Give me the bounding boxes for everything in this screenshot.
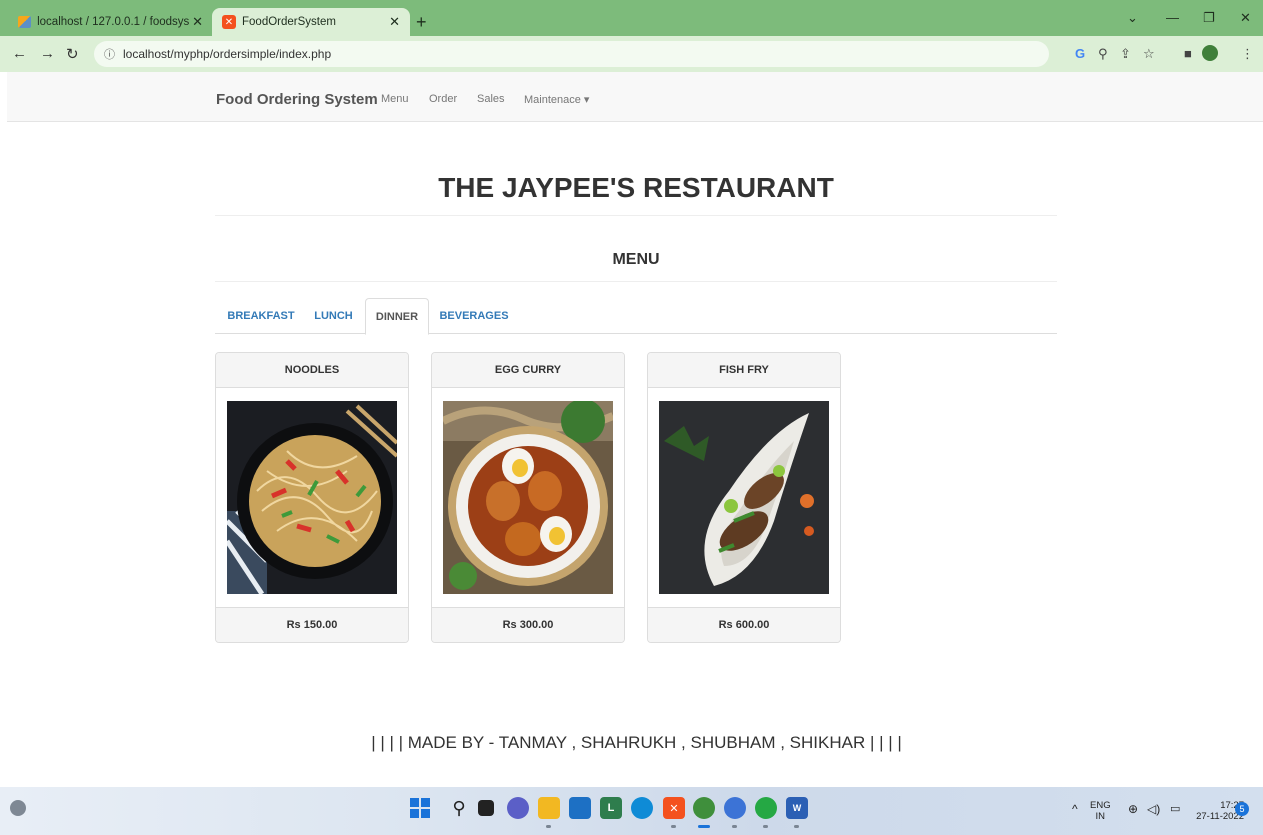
- tab-dinner[interactable]: DINNER: [365, 298, 429, 335]
- store-icon[interactable]: [569, 797, 591, 819]
- running-indicator: [794, 825, 799, 828]
- tab-beverages[interactable]: BEVERAGES: [433, 298, 515, 334]
- share-icon[interactable]: ⇪: [1120, 46, 1131, 62]
- window-close-icon[interactable]: ✕: [1240, 10, 1251, 26]
- language-indicator[interactable]: ENG IN: [1090, 800, 1111, 822]
- menu-item-card[interactable]: EGG CURRY Rs 300.00: [431, 352, 625, 643]
- zoom-icon[interactable]: ⚲: [1098, 46, 1108, 62]
- battery-icon[interactable]: ▭: [1170, 804, 1180, 815]
- item-name: FISH FRY: [648, 353, 840, 388]
- chrome-profile-icon[interactable]: [724, 797, 746, 819]
- forward-icon[interactable]: →: [40, 45, 55, 62]
- menu-item-card[interactable]: NOODLES Rs 150.00: [215, 352, 409, 643]
- whatsapp-icon[interactable]: [755, 797, 777, 819]
- url-text: localhost/myphp/ordersimple/index.php: [123, 47, 332, 61]
- browser-tab-phpmyadmin[interactable]: localhost / 127.0.0.1 / foodsys / r ✕: [8, 8, 213, 36]
- running-indicator: [671, 825, 676, 828]
- item-price: Rs 300.00: [432, 607, 624, 642]
- back-icon[interactable]: ←: [12, 45, 27, 62]
- menu-item-card[interactable]: FISH FRY Rs 600.00: [647, 352, 841, 643]
- volume-icon[interactable]: ◁): [1147, 803, 1160, 815]
- running-indicator: [732, 825, 737, 828]
- notification-badge[interactable]: 5: [1235, 802, 1249, 816]
- nav-link-sales[interactable]: Sales: [477, 93, 505, 105]
- tab-title: FoodOrderSystem: [242, 16, 336, 28]
- word-icon[interactable]: W: [786, 797, 808, 819]
- browser-tab-foodordersystem[interactable]: ✕ FoodOrderSystem ✕: [212, 8, 410, 36]
- edge-icon[interactable]: [631, 797, 653, 819]
- file-explorer-icon[interactable]: [538, 797, 560, 819]
- divider: [215, 281, 1057, 282]
- network-icon[interactable]: ⊕: [1128, 803, 1138, 815]
- tab-lunch[interactable]: LUNCH: [306, 298, 361, 334]
- tab-breakfast[interactable]: BREAKFAST: [217, 298, 305, 334]
- chrome-icon[interactable]: [693, 797, 715, 819]
- widgets-icon[interactable]: [10, 800, 26, 816]
- restaurant-title: THE JAYPEE'S RESTAURANT: [438, 172, 834, 203]
- menu-category-tabs: BREAKFAST LUNCH DINNER BEVERAGES: [215, 298, 1057, 335]
- search-icon[interactable]: ⚲: [448, 797, 470, 819]
- item-price: Rs 150.00: [216, 607, 408, 642]
- running-indicator: [546, 825, 551, 828]
- xampp-icon[interactable]: ✕: [663, 797, 685, 819]
- item-price: Rs 600.00: [648, 607, 840, 642]
- profile-avatar[interactable]: [1202, 45, 1218, 61]
- close-icon[interactable]: ✕: [389, 14, 400, 30]
- navbar-brand[interactable]: Food Ordering System: [216, 91, 378, 108]
- nav-link-menu[interactable]: Menu: [381, 93, 409, 105]
- close-icon[interactable]: ✕: [192, 14, 203, 30]
- nav-link-order[interactable]: Order: [429, 93, 457, 105]
- footer-credits: | | | | MADE BY - TANMAY , SHAHRUKH , SH…: [371, 733, 902, 752]
- fish-fry-image: [659, 401, 829, 594]
- new-tab-button[interactable]: +: [416, 12, 427, 33]
- divider: [215, 215, 1057, 216]
- show-hidden-icons-icon[interactable]: ^: [1072, 803, 1078, 815]
- reload-icon[interactable]: ↻: [66, 45, 79, 63]
- info-icon[interactable]: ⓘ: [104, 46, 115, 62]
- restore-icon[interactable]: ❐: [1203, 10, 1215, 26]
- task-view-icon[interactable]: [478, 800, 494, 816]
- item-name: NOODLES: [216, 353, 408, 388]
- running-indicator: [763, 825, 768, 828]
- tab-search-icon[interactable]: ⌄: [1127, 10, 1138, 26]
- windows-taskbar: ⚲ L ✕ W ^ ENG IN ⊕ ◁) ▭ 17:27 27-11-2022…: [0, 787, 1263, 835]
- tab-title: localhost / 127.0.0.1 / foodsys / r: [37, 16, 193, 28]
- browser-toolbar: ← → ↻ ⓘ localhost/myphp/ordersimple/inde…: [0, 36, 1263, 72]
- xampp-icon: ✕: [222, 15, 236, 29]
- active-indicator: [698, 825, 710, 828]
- minimize-icon[interactable]: —: [1166, 10, 1179, 25]
- bookmark-star-icon[interactable]: ☆: [1143, 46, 1155, 62]
- address-bar[interactable]: ⓘ localhost/myphp/ordersimple/index.php: [94, 41, 1049, 67]
- chat-icon[interactable]: [507, 797, 529, 819]
- browser-tabstrip: localhost / 127.0.0.1 / foodsys / r ✕ ✕ …: [0, 0, 1263, 36]
- noodles-image: [227, 401, 397, 594]
- google-icon[interactable]: G: [1075, 46, 1085, 61]
- side-panel-icon[interactable]: ■: [1184, 46, 1192, 61]
- phpmyadmin-icon: [18, 16, 32, 28]
- start-icon[interactable]: [409, 797, 431, 819]
- menu-heading: MENU: [612, 251, 660, 268]
- l-app-icon[interactable]: L: [600, 797, 622, 819]
- egg-curry-image: [443, 401, 613, 594]
- more-menu-icon[interactable]: ⋮: [1241, 46, 1254, 62]
- site-navbar: Food Ordering System Menu Order Sales Ma…: [7, 72, 1263, 122]
- item-name: EGG CURRY: [432, 353, 624, 388]
- nav-link-maintenance-dropdown[interactable]: Maintenace ▾: [524, 93, 589, 106]
